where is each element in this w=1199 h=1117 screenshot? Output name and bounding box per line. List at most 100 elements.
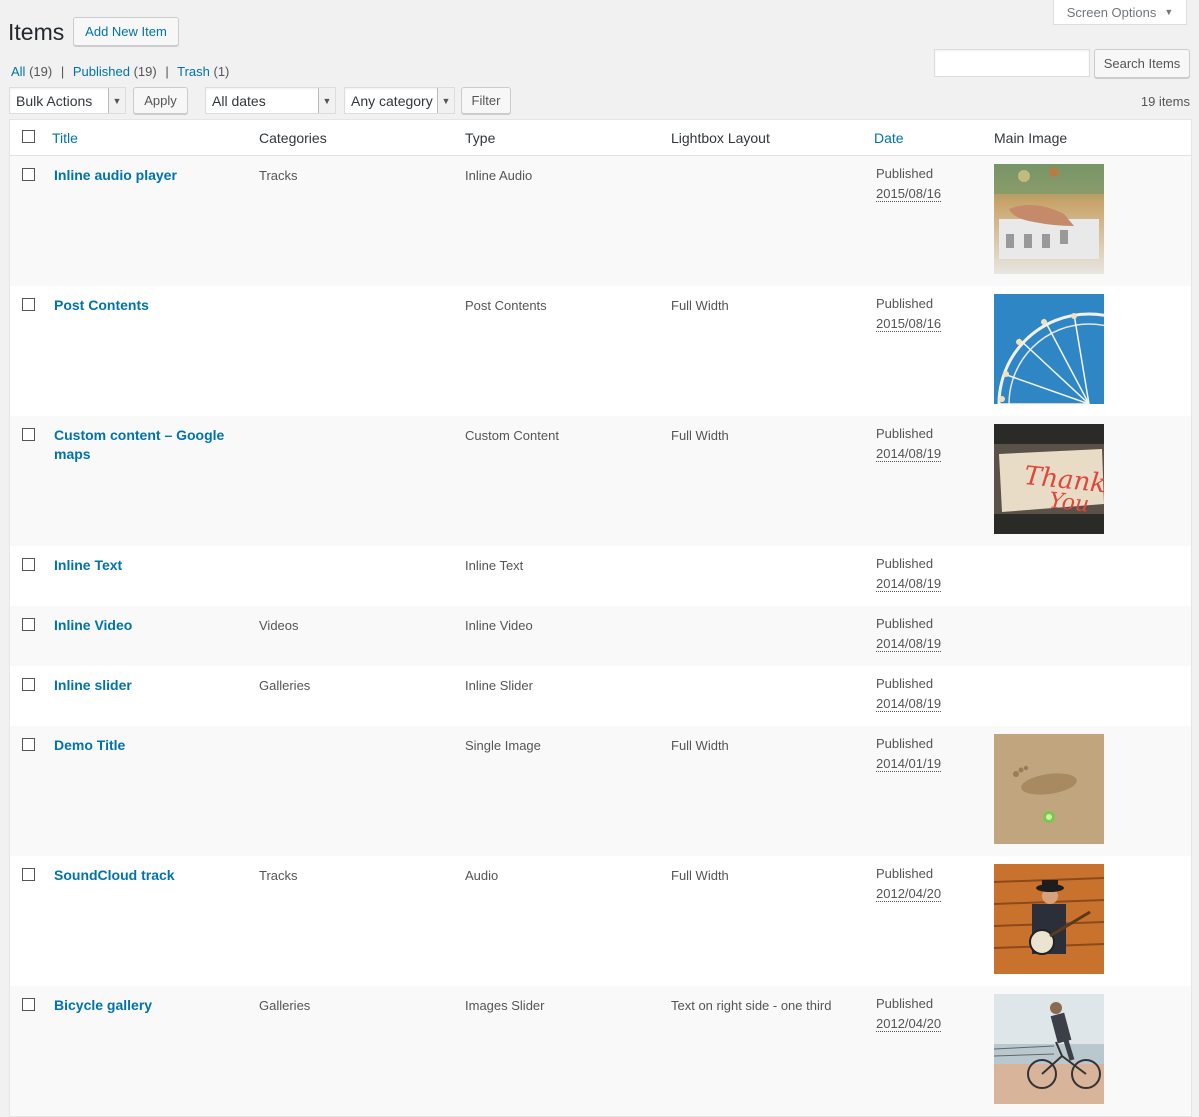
row-categories: Videos (259, 618, 299, 633)
table-row: Bicycle gallery Galleries Images Slider Tex… (10, 986, 1191, 1116)
table-header: Title Categories Type Lightbox Layout Da… (10, 120, 1191, 156)
item-count: 19 items (1140, 94, 1190, 109)
items-table: Title Categories Type Lightbox Layout Da… (9, 119, 1192, 1117)
table-row: SoundCloud track Tracks Audio Full Width Pub… (10, 856, 1191, 986)
row-status: Published (876, 996, 934, 1011)
row-categories: Galleries (259, 998, 311, 1013)
row-lightbox-layout: Full Width (671, 868, 729, 883)
row-status: Published (876, 426, 934, 441)
cyclist-photo[interactable] (994, 994, 1104, 1104)
column-date-header[interactable]: Date (874, 130, 904, 146)
row-title-link[interactable]: Inline Text (54, 556, 239, 575)
select-all-checkbox[interactable] (22, 130, 35, 143)
row-status: Published (876, 616, 934, 631)
row-date: Published 2015/08/16 (876, 164, 942, 204)
row-date: Published 2012/04/20 (876, 864, 942, 904)
dj-mixer-photo[interactable] (994, 164, 1104, 274)
table-row: Inline audio player Tracks Inline Audio Pub… (10, 156, 1191, 286)
bulk-actions-select[interactable]: Bulk Actions ▼ (9, 87, 126, 114)
search-items-button[interactable]: Search Items (1094, 49, 1190, 78)
view-trash-link[interactable]: Trash (177, 64, 210, 79)
row-title-link[interactable]: SoundCloud track (54, 866, 239, 885)
row-title-link[interactable]: Bicycle gallery (54, 996, 239, 1015)
screen-options-label: Screen Options (1066, 4, 1157, 20)
row-checkbox[interactable] (22, 168, 35, 181)
screen-options-button[interactable]: Screen Options ▼ (1053, 0, 1187, 25)
row-checkbox[interactable] (22, 558, 35, 571)
column-main-image-header: Main Image (994, 130, 1068, 146)
svg-text:You: You (1048, 489, 1090, 518)
neon-sign-photo[interactable]: Thank You (994, 424, 1104, 534)
row-checkbox[interactable] (22, 678, 35, 691)
chevron-down-icon: ▼ (108, 88, 125, 113)
view-all-link[interactable]: All (11, 64, 25, 79)
row-status: Published (876, 166, 934, 181)
view-trash-count: (1) (213, 64, 230, 79)
row-date: Published 2014/08/19 (876, 424, 942, 464)
row-checkbox[interactable] (22, 998, 35, 1011)
row-title-link[interactable]: Inline Video (54, 616, 239, 635)
column-title-header[interactable]: Title (52, 130, 78, 146)
row-title-link[interactable]: Post Contents (54, 296, 239, 315)
row-categories: Galleries (259, 678, 311, 693)
ferris-wheel-photo[interactable] (994, 294, 1104, 404)
row-date: Published 2012/04/20 (876, 994, 942, 1034)
column-type-header: Type (465, 130, 496, 146)
view-all-count: (19) (29, 64, 53, 79)
row-categories: Tracks (259, 168, 298, 183)
table-row: Inline slider Galleries Inline Slider Publi… (10, 666, 1191, 726)
caret-down-icon: ▼ (1164, 7, 1174, 17)
status-views: All (19) | Published (19) | Trash (1) (11, 64, 229, 79)
row-lightbox-layout: Text on right side - one third (671, 998, 832, 1013)
row-title-link[interactable]: Demo Title (54, 736, 239, 755)
category-filter-select[interactable]: Any category ▼ (344, 87, 455, 114)
row-date: Published 2015/08/16 (876, 294, 942, 334)
row-checkbox[interactable] (22, 738, 35, 751)
row-checkbox[interactable] (22, 868, 35, 881)
row-date: Published 2014/08/19 (876, 554, 942, 594)
page-title: Items (8, 19, 65, 45)
row-type: Inline Video (465, 618, 533, 633)
row-date: Published 2014/08/19 (876, 614, 942, 654)
row-title-link[interactable]: Custom content – Google maps (54, 426, 239, 464)
row-status: Published (876, 676, 934, 691)
row-checkbox[interactable] (22, 298, 35, 311)
row-type: Images Slider (465, 998, 545, 1013)
row-lightbox-layout: Full Width (671, 428, 729, 443)
row-date-value: 2012/04/20 (876, 886, 942, 902)
row-title-link[interactable]: Inline slider (54, 676, 239, 695)
row-status: Published (876, 296, 934, 311)
view-published-link[interactable]: Published (73, 64, 130, 79)
search-input[interactable] (934, 49, 1090, 77)
row-date-value: 2015/08/16 (876, 186, 942, 202)
row-date-value: 2014/08/19 (876, 576, 942, 592)
row-date-value: 2014/01/19 (876, 756, 942, 772)
add-new-item-button[interactable]: Add New Item (73, 17, 179, 46)
table-row: Inline Video Videos Inline Video Published 2… (10, 606, 1191, 666)
row-type: Inline Audio (465, 168, 533, 183)
view-published-count: (19) (133, 64, 157, 79)
row-date: Published 2014/08/19 (876, 674, 942, 714)
dates-filter-select[interactable]: All dates ▼ (205, 87, 336, 114)
filter-button[interactable]: Filter (461, 87, 511, 114)
row-title-link[interactable]: Inline audio player (54, 166, 239, 185)
separator: | (60, 64, 65, 79)
table-body: Inline audio player Tracks Inline Audio Pub… (10, 156, 1191, 1116)
column-categories-header: Categories (259, 130, 327, 146)
banjo-player-photo[interactable] (994, 864, 1104, 974)
row-checkbox[interactable] (22, 618, 35, 631)
bulk-actions-value: Bulk Actions (16, 92, 93, 109)
apply-button[interactable]: Apply (133, 87, 188, 114)
row-categories: Tracks (259, 868, 298, 883)
row-status: Published (876, 866, 934, 881)
category-filter-value: Any category (351, 92, 433, 109)
row-checkbox[interactable] (22, 428, 35, 441)
table-row: Post Contents Post Contents Full Width Publ… (10, 286, 1191, 416)
footprint-sand-photo[interactable] (994, 734, 1104, 844)
row-type: Post Contents (465, 298, 547, 313)
row-date-value: 2014/08/19 (876, 446, 942, 462)
separator: | (165, 64, 169, 79)
row-date: Published 2014/01/19 (876, 734, 942, 774)
row-type: Single Image (465, 738, 541, 753)
chevron-down-icon: ▼ (318, 88, 335, 113)
